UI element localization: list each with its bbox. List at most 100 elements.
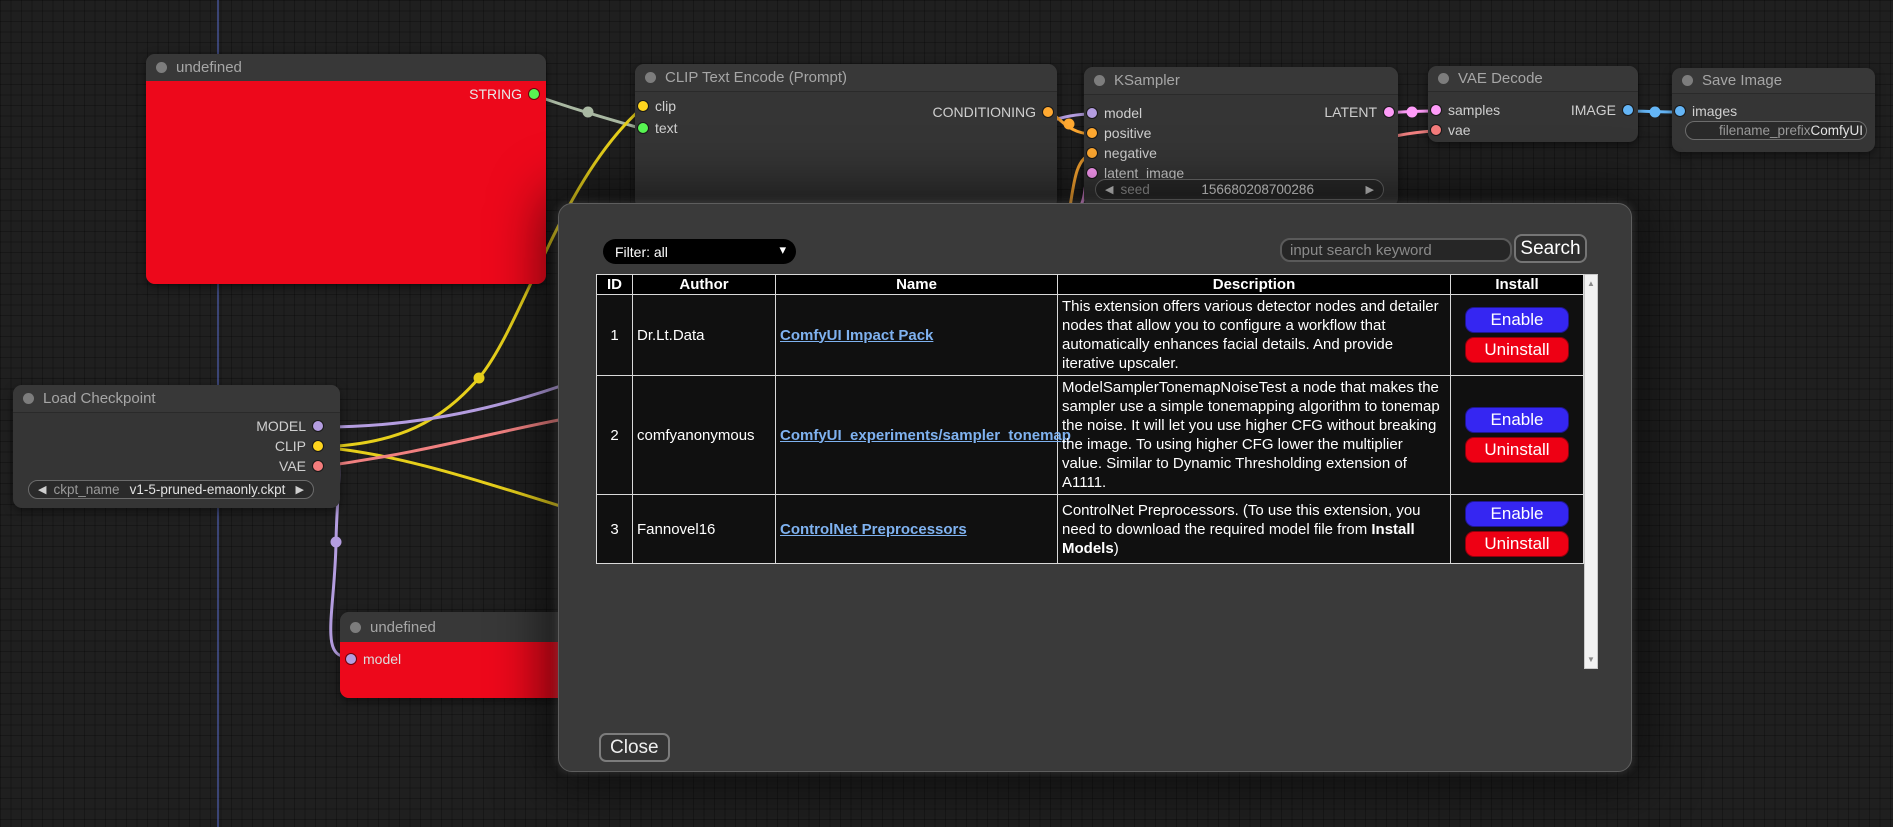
extension-link[interactable]: ComfyUI Impact Pack xyxy=(780,327,933,344)
vae-out-slot-dot[interactable] xyxy=(313,461,323,471)
string-slot-dot[interactable] xyxy=(529,89,539,99)
table-row: 1 Dr.Lt.Data ComfyUI Impact Pack This ex… xyxy=(597,295,1584,376)
output-slot-conditioning[interactable]: CONDITIONING xyxy=(933,104,1053,120)
node-title-bar: CLIP Text Encode (Prompt) xyxy=(635,64,1057,92)
table-scrollbar[interactable]: ▲ ▼ xyxy=(1584,274,1598,669)
samples-slot-dot[interactable] xyxy=(1431,105,1441,115)
negative-slot-dot[interactable] xyxy=(1087,148,1097,158)
input-slot-positive[interactable]: positive xyxy=(1087,125,1151,141)
input-slot-model[interactable]: model xyxy=(1087,105,1142,121)
output-slot-vae[interactable]: VAE xyxy=(279,458,323,474)
output-slot-image[interactable]: IMAGE xyxy=(1571,102,1633,118)
enable-button[interactable]: Enable xyxy=(1465,407,1569,433)
arrow-left-icon[interactable]: ◀ xyxy=(38,483,46,496)
cell-description: ModelSamplerTonemapNoiseTest a node that… xyxy=(1058,376,1451,495)
node-collapse-dot[interactable] xyxy=(1438,73,1449,84)
filter-select[interactable]: Filter: all xyxy=(603,239,796,264)
header-name: Name xyxy=(776,275,1058,295)
node-load-checkpoint[interactable]: Load Checkpoint MODEL CLIP VAE ◀ ckpt_na… xyxy=(13,385,340,508)
cell-id: 1 xyxy=(597,295,633,376)
filename-prefix-label: filename_prefix xyxy=(1719,123,1811,138)
node-vae-decode[interactable]: VAE Decode samples vae IMAGE xyxy=(1428,66,1638,142)
extension-table-container: ID Author Name Description Install 1 Dr.… xyxy=(596,274,1598,669)
node-collapse-dot[interactable] xyxy=(350,622,361,633)
latent-slot-dot[interactable] xyxy=(1087,168,1097,178)
text-slot-dot[interactable] xyxy=(638,123,648,133)
node-undefined-bottom[interactable]: undefined model xyxy=(340,612,570,698)
extension-manager-dialog: Filter: all ▾ Search ID Author Name Desc… xyxy=(558,203,1632,772)
model-out-slot-dot[interactable] xyxy=(313,421,323,431)
link-dot-clip xyxy=(474,373,485,384)
slot-label: model xyxy=(1104,105,1142,121)
slot-label: CONDITIONING xyxy=(933,104,1036,120)
ckpt-name-widget[interactable]: ◀ ckpt_name v1-5-pruned-emaonly.ckpt ▶ xyxy=(28,480,314,499)
close-button[interactable]: Close xyxy=(599,733,670,762)
node-collapse-dot[interactable] xyxy=(645,72,656,83)
arrow-right-icon[interactable]: ▶ xyxy=(296,483,304,496)
node-collapse-dot[interactable] xyxy=(1682,75,1693,86)
extension-link[interactable]: ComfyUI_experiments/sampler_tonemap xyxy=(780,427,1071,444)
filename-prefix-value: ComfyUI xyxy=(1811,123,1864,138)
output-slot-string[interactable]: STRING xyxy=(469,86,539,102)
uninstall-button[interactable]: Uninstall xyxy=(1465,531,1569,557)
filename-prefix-widget[interactable]: filename_prefix ComfyUI xyxy=(1685,121,1867,140)
scroll-down-icon[interactable]: ▼ xyxy=(1585,655,1597,664)
input-slot-vae[interactable]: vae xyxy=(1431,122,1471,138)
conditioning-slot-dot[interactable] xyxy=(1043,107,1053,117)
output-slot-model[interactable]: MODEL xyxy=(256,418,323,434)
ckpt-name-value: v1-5-pruned-emaonly.ckpt xyxy=(130,482,286,497)
vae-slot-dot[interactable] xyxy=(1431,125,1441,135)
table-row: 2 comfyanonymous ComfyUI_experiments/sam… xyxy=(597,376,1584,495)
table-header-row: ID Author Name Description Install xyxy=(597,275,1584,295)
node-title: undefined xyxy=(370,619,436,636)
arrow-left-icon[interactable]: ◀ xyxy=(1105,183,1113,196)
input-slot-clip[interactable]: clip xyxy=(638,98,676,114)
clip-slot-dot[interactable] xyxy=(638,101,648,111)
arrow-right-icon[interactable]: ▶ xyxy=(1366,183,1374,196)
link-dot-latent xyxy=(1407,107,1418,118)
node-save-image[interactable]: Save Image images filename_prefix ComfyU… xyxy=(1672,68,1875,152)
model-slot-dot[interactable] xyxy=(1087,108,1097,118)
latent-out-slot-dot[interactable] xyxy=(1384,107,1394,117)
input-slot-negative[interactable]: negative xyxy=(1087,145,1157,161)
input-slot-images[interactable]: images xyxy=(1675,103,1737,119)
enable-button[interactable]: Enable xyxy=(1465,307,1569,333)
search-input[interactable] xyxy=(1280,238,1512,262)
enable-button[interactable]: Enable xyxy=(1465,501,1569,527)
header-id: ID xyxy=(597,275,633,295)
model-slot-dot[interactable] xyxy=(346,654,356,664)
node-title: Load Checkpoint xyxy=(43,390,156,407)
ckpt-name-label: ckpt_name xyxy=(53,482,119,497)
input-slot-model[interactable]: model xyxy=(346,651,401,667)
seed-value: 156680208700286 xyxy=(1201,182,1314,197)
uninstall-button[interactable]: Uninstall xyxy=(1465,437,1569,463)
uninstall-button[interactable]: Uninstall xyxy=(1465,337,1569,363)
extension-link[interactable]: ControlNet Preprocessors xyxy=(780,521,967,538)
slot-label: clip xyxy=(655,98,676,114)
scroll-up-icon[interactable]: ▲ xyxy=(1585,279,1597,288)
positive-slot-dot[interactable] xyxy=(1087,128,1097,138)
search-button[interactable]: Search xyxy=(1514,234,1587,263)
images-slot-dot[interactable] xyxy=(1675,106,1685,116)
node-title: Save Image xyxy=(1702,72,1782,89)
clip-out-slot-dot[interactable] xyxy=(313,441,323,451)
node-clip-text-encode[interactable]: CLIP Text Encode (Prompt) clip text COND… xyxy=(635,64,1057,209)
output-slot-latent[interactable]: LATENT xyxy=(1324,104,1394,120)
cell-install: Enable Uninstall xyxy=(1451,376,1584,495)
node-title: undefined xyxy=(176,59,242,76)
node-collapse-dot[interactable] xyxy=(23,393,34,404)
node-undefined-top[interactable]: undefined STRING xyxy=(146,54,546,284)
description-text: ControlNet Preprocessors. (To use this e… xyxy=(1062,502,1421,538)
input-slot-text[interactable]: text xyxy=(638,120,678,136)
node-ksampler[interactable]: KSampler model positive negative latent_… xyxy=(1084,67,1398,207)
cell-id: 2 xyxy=(597,376,633,495)
slot-label: images xyxy=(1692,103,1737,119)
seed-widget[interactable]: ◀ seed 156680208700286 ▶ xyxy=(1095,179,1384,200)
description-text: ) xyxy=(1114,540,1119,557)
node-collapse-dot[interactable] xyxy=(1094,75,1105,86)
node-collapse-dot[interactable] xyxy=(156,62,167,73)
image-slot-dot[interactable] xyxy=(1623,105,1633,115)
cell-author: Fannovel16 xyxy=(633,495,776,564)
input-slot-samples[interactable]: samples xyxy=(1431,102,1500,118)
output-slot-clip[interactable]: CLIP xyxy=(275,438,323,454)
